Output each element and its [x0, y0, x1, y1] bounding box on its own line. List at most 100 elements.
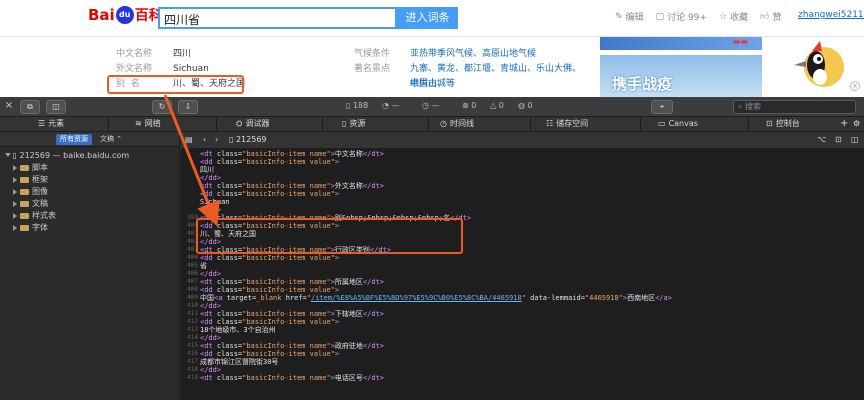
line-number: 414	[187, 334, 198, 341]
pretty-print-icon[interactable]: ⌥	[817, 135, 826, 144]
dock-bottom-button[interactable]: ◫	[46, 100, 66, 114]
line-number: 407	[187, 278, 198, 285]
disclosure-triangle-icon	[13, 189, 17, 195]
network-icon: ≋	[135, 119, 142, 128]
tree-folder-stylesheets[interactable]: 样式表	[0, 210, 179, 222]
code-line: <dd class="basicInfo-item value">	[181, 190, 864, 198]
line-text: </dd>	[200, 206, 222, 214]
errors-count[interactable]: ⊗ 0	[462, 101, 476, 110]
info-label: 著名景点	[354, 64, 391, 74]
debugger-icon: ⛭	[236, 119, 243, 128]
info-value-link[interactable]: 中国古城等	[410, 77, 455, 92]
line-text: <dd class="basicInfo-item value">	[200, 318, 340, 326]
transfer-size-value: —	[391, 101, 400, 110]
screen: Bai du 百科 四川省 进入词条 ✎ 编辑 ▢ 讨论 99+ ☆ 收藏 👍︎ 赞 z…	[0, 0, 864, 400]
close-icon[interactable]: ×	[4, 100, 14, 114]
code-line: <dt class="basicInfo-item name">中文名称</dt…	[181, 150, 864, 158]
line-text: <dd class="basicInfo-item value">	[200, 254, 340, 262]
code-view[interactable]: <dt class="basicInfo-item name">中文名称</dt…	[181, 150, 864, 400]
warnings-count[interactable]: △ 0	[490, 101, 504, 110]
line-text: <dd class="basicInfo-item value">	[200, 350, 340, 358]
back-icon[interactable]: ‹	[203, 135, 206, 144]
username-link[interactable]: zhangwei521121	[798, 10, 864, 20]
devtools-tab-bar: ☰ 元素 ≋ 网络 ⛭ 调试器 ▯ 资源 ◷ 时间线 ☷ 储存空间 ▭ Canvas ⊡ 控制台…	[0, 117, 864, 132]
discuss-action[interactable]: ▢ 讨论 99+	[656, 10, 707, 24]
line-number: 404	[187, 254, 198, 261]
tab-divider	[530, 117, 531, 132]
tree-folder-images[interactable]: 图像	[0, 186, 179, 198]
breadcrumb-item[interactable]: ▯ 212569	[229, 135, 267, 144]
like-label: 赞	[772, 13, 782, 23]
inspect-element-button[interactable]: ⌖	[651, 100, 673, 114]
tree-root-item[interactable]: ▯ 212569 — baike.baidu.com	[0, 150, 179, 162]
tab-timeline[interactable]: ◷ 时间线	[440, 117, 474, 131]
document-icon: ▯	[12, 151, 17, 160]
download-icon: ⇩	[184, 102, 192, 111]
line-number: 418	[187, 366, 198, 373]
code-line: <dt class="basicInfo-item name">外文名称</dt…	[181, 182, 864, 190]
line-number: 417	[187, 358, 198, 365]
edit-action[interactable]: ✎ 编辑	[615, 10, 644, 24]
line-text: <dt class="basicInfo-item name">中文名称</dt…	[200, 150, 384, 158]
ad-banner-top[interactable]: ▬▬	[600, 37, 762, 50]
tree-folder-scripts[interactable]: 脚本	[0, 162, 179, 174]
baidu-baike-logo[interactable]: Bai du 百科	[88, 5, 163, 25]
code-line: Sichuan	[181, 198, 864, 206]
code-line: 418 </dd>	[181, 366, 864, 374]
dock-undock-button[interactable]: ⧉	[20, 100, 40, 114]
tab-console[interactable]: ⊡ 控制台	[766, 117, 800, 131]
settings-button[interactable]: ⚙	[853, 117, 860, 131]
disclosure-triangle-icon	[13, 177, 17, 183]
star-icon: ☆	[718, 11, 728, 22]
crosshair-icon: ⌖	[659, 102, 665, 111]
search-input[interactable]: 四川省	[158, 7, 397, 29]
tree-folder-fonts[interactable]: 字体	[0, 222, 179, 234]
info-value-link[interactable]: 亚热带季风气候、高原山地气候	[410, 47, 536, 62]
close-ad-button[interactable]: ×	[850, 81, 860, 91]
banner-decoration: ▬▬	[732, 37, 748, 46]
tab-divider	[640, 117, 641, 132]
line-text: Sichuan	[200, 198, 230, 206]
tab-network[interactable]: ≋ 网络	[135, 117, 161, 131]
tab-elements[interactable]: ☰ 元素	[38, 117, 64, 131]
line-text: <dt class="basicInfo-item name">电话区号</dt…	[200, 374, 384, 382]
split-view-icon[interactable]: ▤	[185, 135, 193, 144]
filter-file-type[interactable]: 文稿 ⌃	[100, 134, 122, 145]
logs-count[interactable]: ◍ 0	[518, 101, 533, 110]
code-line: <dd class="basicInfo-item value">	[181, 158, 864, 166]
tab-resources[interactable]: ▯ 资源	[342, 117, 365, 131]
console-icon: ⊡	[766, 119, 773, 128]
reload-button[interactable]: ↻	[152, 100, 172, 114]
plus-icon: +	[840, 118, 849, 129]
code-line: 417 成都市锦江区督院街30号	[181, 358, 864, 366]
code-line: 413 18个地级市、3个自治州	[181, 326, 864, 334]
add-tab-button[interactable]: +	[840, 117, 848, 131]
tab-canvas[interactable]: ▭ Canvas	[658, 117, 698, 131]
elements-icon: ☰	[38, 119, 46, 128]
like-action[interactable]: 👍︎ 赞	[760, 10, 782, 24]
ad-banner-fight-epidemic[interactable]: 携手战疫	[600, 55, 762, 97]
code-line: 410 </dd>	[181, 302, 864, 310]
enter-entry-button[interactable]: 进入词条	[397, 7, 458, 29]
devtools-search-input[interactable]: ⌕ 搜索	[733, 100, 856, 114]
warning-icon: △	[490, 101, 497, 110]
header-actions: ✎ 编辑 ▢ 讨论 99+ ☆ 收藏 👍︎ 赞	[615, 10, 782, 24]
tab-storage[interactable]: ☷ 储存空间	[546, 117, 588, 131]
tree-folder-documents[interactable]: 文稿	[0, 198, 179, 210]
tab-label: 调试器	[245, 119, 270, 128]
disclosure-triangle-icon	[5, 153, 11, 157]
forward-icon[interactable]: ›	[215, 135, 218, 144]
tab-debugger[interactable]: ⛭ 调试器	[236, 117, 269, 131]
folder-icon	[20, 213, 29, 219]
favorite-action[interactable]: ☆ 收藏	[718, 10, 748, 24]
tree-root-label: 212569 — baike.baidu.com	[19, 151, 130, 160]
download-button[interactable]: ⇩	[178, 100, 198, 114]
errors-count-value: 0	[471, 101, 477, 110]
filter-all-resources[interactable]: 所有资源	[56, 134, 92, 145]
line-text: </dd>	[200, 270, 222, 278]
line-text: <dt class="basicInfo-item name">下辖地区</dt…	[200, 310, 384, 318]
toggle-icon[interactable]: ⊡	[835, 135, 842, 144]
tree-folder-frames[interactable]: 框架	[0, 174, 179, 186]
split-icon[interactable]: ◫	[851, 135, 859, 144]
tab-label: 控制台	[775, 119, 800, 128]
